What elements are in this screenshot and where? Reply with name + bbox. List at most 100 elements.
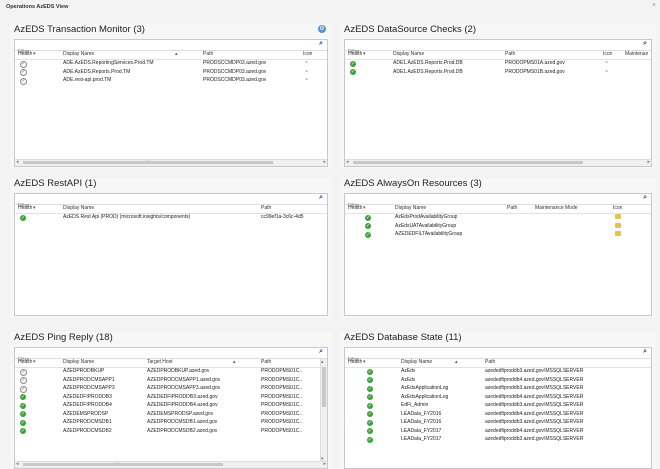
panel-title: AzEDS DataSource Checks (2) xyxy=(344,24,476,35)
table-row[interactable]: ✓ AZEDEDFILTAvailabilityGroup xyxy=(345,231,651,240)
col-maintenance[interactable]: Maintenan xyxy=(625,51,648,57)
cell-name: LEAData_FY2016 xyxy=(401,419,442,425)
table-row[interactable]: ✓ ADE.AzEDS.ReportingServices.Prod.TM PR… xyxy=(15,60,327,69)
close-icon[interactable]: × xyxy=(652,2,656,9)
col-display-name[interactable]: Display Name xyxy=(63,51,94,57)
table-row[interactable]: ✓ LEAData_FY2017 azededfiproddb4.azed.go… xyxy=(345,428,651,437)
table-row[interactable]: ✓ EdFi_Admin azededfiproddb3.azed.gov\MS… xyxy=(345,402,651,411)
col-health[interactable]: Health xyxy=(18,359,32,365)
filter-bar: ⌕ xyxy=(15,194,327,211)
cell-path: PRODSCCMDP03.azed.gov xyxy=(203,77,267,83)
col-display-name[interactable]: Display Name xyxy=(63,359,94,365)
scroll-left-icon[interactable]: ◂ xyxy=(346,159,349,165)
table-row[interactable]: ✓ AzEdsApplicationLog azededfiproddb4.az… xyxy=(345,394,651,403)
col-health[interactable]: Health xyxy=(348,51,362,57)
col-display-name[interactable]: Display Name xyxy=(63,205,94,211)
cell-name: AZEDPRODBKUP xyxy=(63,368,105,374)
cell-host: AZEDPRODCMSAPP1.azed.gov xyxy=(147,376,221,383)
health-unmonitored-icon: ✓ xyxy=(20,368,27,376)
health-healthy-icon: ✓ xyxy=(20,402,26,409)
scroll-thumb[interactable] xyxy=(353,161,583,164)
cell-name: ADE1.AzEDS.Reports.Prod.DB xyxy=(393,60,463,66)
table-row[interactable]: ✓ AzEdsProdAvailabilityGroup xyxy=(345,214,651,223)
health-healthy-icon: ✓ xyxy=(367,411,373,417)
col-health[interactable]: Health xyxy=(348,205,362,211)
col-icon[interactable]: Icon xyxy=(603,51,612,57)
gear-icon[interactable]: ⚙ xyxy=(318,25,326,33)
col-icon[interactable]: Icon xyxy=(303,51,312,57)
scroll-left-icon[interactable]: ◂ xyxy=(16,159,19,165)
sort-asc-icon: ▴ xyxy=(455,359,458,365)
table-row[interactable]: ✓ ADE.rest-api.prod.TM PRODSCCMDP03.azed… xyxy=(15,77,327,86)
health-healthy-icon: ✓ xyxy=(367,368,373,375)
table-row[interactable]: ✓ LEAData_FY2017 azededfiproddb3.azed.go… xyxy=(345,436,651,445)
table-row[interactable]: ✓ ADE1.AzEDS.Reports.Prod.DB PRODOPMS01B… xyxy=(345,69,651,78)
table-row[interactable]: ✓ LEAData_FY2016 azededfiproddb3.azed.go… xyxy=(345,419,651,428)
cell-icon: ~ xyxy=(605,68,608,75)
scroll-grip-icon: ⋯ xyxy=(115,460,120,466)
table-row[interactable]: ✓ AZEDPRODCMSDB2 AZEDPRODCMSDB2.azed.gov… xyxy=(15,428,320,437)
col-health[interactable]: Health xyxy=(348,359,362,365)
search-icon[interactable]: ⌕ xyxy=(643,348,647,356)
scroll-right-icon[interactable]: ▸ xyxy=(323,159,326,165)
col-maintenance-mode[interactable]: Maintenance Mode xyxy=(535,205,578,211)
col-path[interactable]: Path xyxy=(485,359,495,365)
col-path[interactable]: Path xyxy=(261,205,271,211)
cell-path: PRODOPMS01C.. xyxy=(261,368,303,374)
scroll-left-icon[interactable]: ◂ xyxy=(16,461,19,467)
col-icon[interactable]: Icon xyxy=(613,205,622,211)
table-row[interactable]: ✓ LEAData_FY2016 azededfiproddb4.azed.go… xyxy=(345,411,651,420)
scroll-right-icon[interactable]: ▸ xyxy=(647,159,650,165)
table-row[interactable]: ✓ ADE.AzEDS.Reports.Prod.TM PRODSCCMDP03… xyxy=(15,69,327,78)
col-display-name[interactable]: Display Name xyxy=(395,205,426,211)
scroll-thumb[interactable] xyxy=(322,367,326,407)
sort-icon: ▾ xyxy=(363,205,366,211)
health-unmonitored-icon: ✓ xyxy=(20,69,27,76)
table-row[interactable]: ✓ AZEDPRODBKUP AZEDPRODBKUP.azed.gov PRO… xyxy=(15,368,320,377)
col-path[interactable]: Path xyxy=(261,359,271,365)
search-icon[interactable]: ⌕ xyxy=(643,194,647,202)
col-path[interactable]: Path xyxy=(507,205,517,211)
table-row[interactable]: ✓ AzEds azededfiproddb4.azed.gov\MSSQLSE… xyxy=(345,377,651,386)
cell-name: AZEDEMSPRODSP xyxy=(63,410,109,417)
cell-name: AzEdsApplicationLog xyxy=(401,393,449,400)
horizontal-scrollbar[interactable]: ◂ ⋯ ▸ xyxy=(15,460,327,468)
table-row[interactable]: ✓ AZEDPRODCMSAPP3 AZEDPRODCMSAPP3.azed.g… xyxy=(15,385,320,394)
horizontal-scrollbar[interactable]: ◂ ▸ xyxy=(345,159,651,166)
table-row[interactable]: ✓ AzEdsApplicationLog azededfiproddb3.az… xyxy=(345,385,651,394)
table-row[interactable]: ✓ AzEDS Rest Api (PROD) (microsoft.insig… xyxy=(15,214,327,223)
col-display-name[interactable]: Display Name xyxy=(401,359,432,365)
col-path[interactable]: Path xyxy=(203,51,213,57)
table-row[interactable]: ✓ AZEDEDFIPRODDB3 AZEDEDFIPRODDB3.azed.g… xyxy=(15,394,320,403)
cell-host: AZEDPRODCMSDB2.azed.gov xyxy=(147,427,218,434)
col-health[interactable]: Health xyxy=(18,205,32,211)
table-row[interactable]: ✓ ADE1.AzEDS.Reports.Prod.DB PRODOPMS01A… xyxy=(345,60,651,69)
folder-icon xyxy=(615,231,621,236)
panel-alwayson-resources: AzEDS AlwaysOn Resources (3) ⌕ Health ▾ … xyxy=(340,178,656,318)
col-target-host[interactable]: Target Host xyxy=(147,359,173,365)
search-icon[interactable]: ⌕ xyxy=(643,40,647,48)
health-unmonitored-icon: ✓ xyxy=(20,77,27,85)
table-row[interactable]: ✓ AZEDEDFIPRODDB4 AZEDEDFIPRODDB4.azed.g… xyxy=(15,402,320,411)
scroll-right-icon[interactable]: ▸ xyxy=(323,461,326,467)
vertical-scrollbar[interactable]: ▴ ▾ xyxy=(320,359,327,462)
cell-name: LEAData_FY2016 xyxy=(401,410,442,417)
scroll-thumb[interactable] xyxy=(23,463,223,466)
table-row[interactable]: ✓ AzEds azededfiproddb3.azed.gov\MSSQLSE… xyxy=(345,368,651,377)
table-row[interactable]: ✓ AZEDPRODCMSAPP1 AZEDPRODCMSAPP1.azed.g… xyxy=(15,377,320,386)
search-icon[interactable]: ⌕ xyxy=(319,40,323,48)
col-path[interactable]: Path xyxy=(505,51,515,57)
search-icon[interactable]: ⌕ xyxy=(319,194,323,202)
health-healthy-icon: ✓ xyxy=(365,214,371,221)
col-display-name[interactable]: Display Name xyxy=(393,51,424,57)
table-row[interactable]: ✓ AZEDPRODCMSDB1 AZEDPRODCMSDB1.azed.gov… xyxy=(15,419,320,428)
panel-rest-api: AzEDS RestAPI (1) ⌕ Health ▾ Display Nam… xyxy=(10,178,332,318)
table-row[interactable]: ✓ AzEdsUATAvailabilityGroup xyxy=(345,222,651,232)
search-icon[interactable]: ⌕ xyxy=(319,348,323,356)
horizontal-scrollbar[interactable]: ◂ ⋯ ▸ xyxy=(15,158,327,166)
cell-host: AZEDPRODCMSAPP3.azed.gov xyxy=(147,385,221,391)
cell-path: PRODOPMS01C.. xyxy=(261,427,303,434)
table-row[interactable]: ✓ AZEDEMSPRODSP AZEDEMSPRODSP.azed.gov P… xyxy=(15,411,320,420)
col-health[interactable]: Health xyxy=(18,51,32,57)
scroll-up-icon[interactable]: ▴ xyxy=(321,359,324,365)
